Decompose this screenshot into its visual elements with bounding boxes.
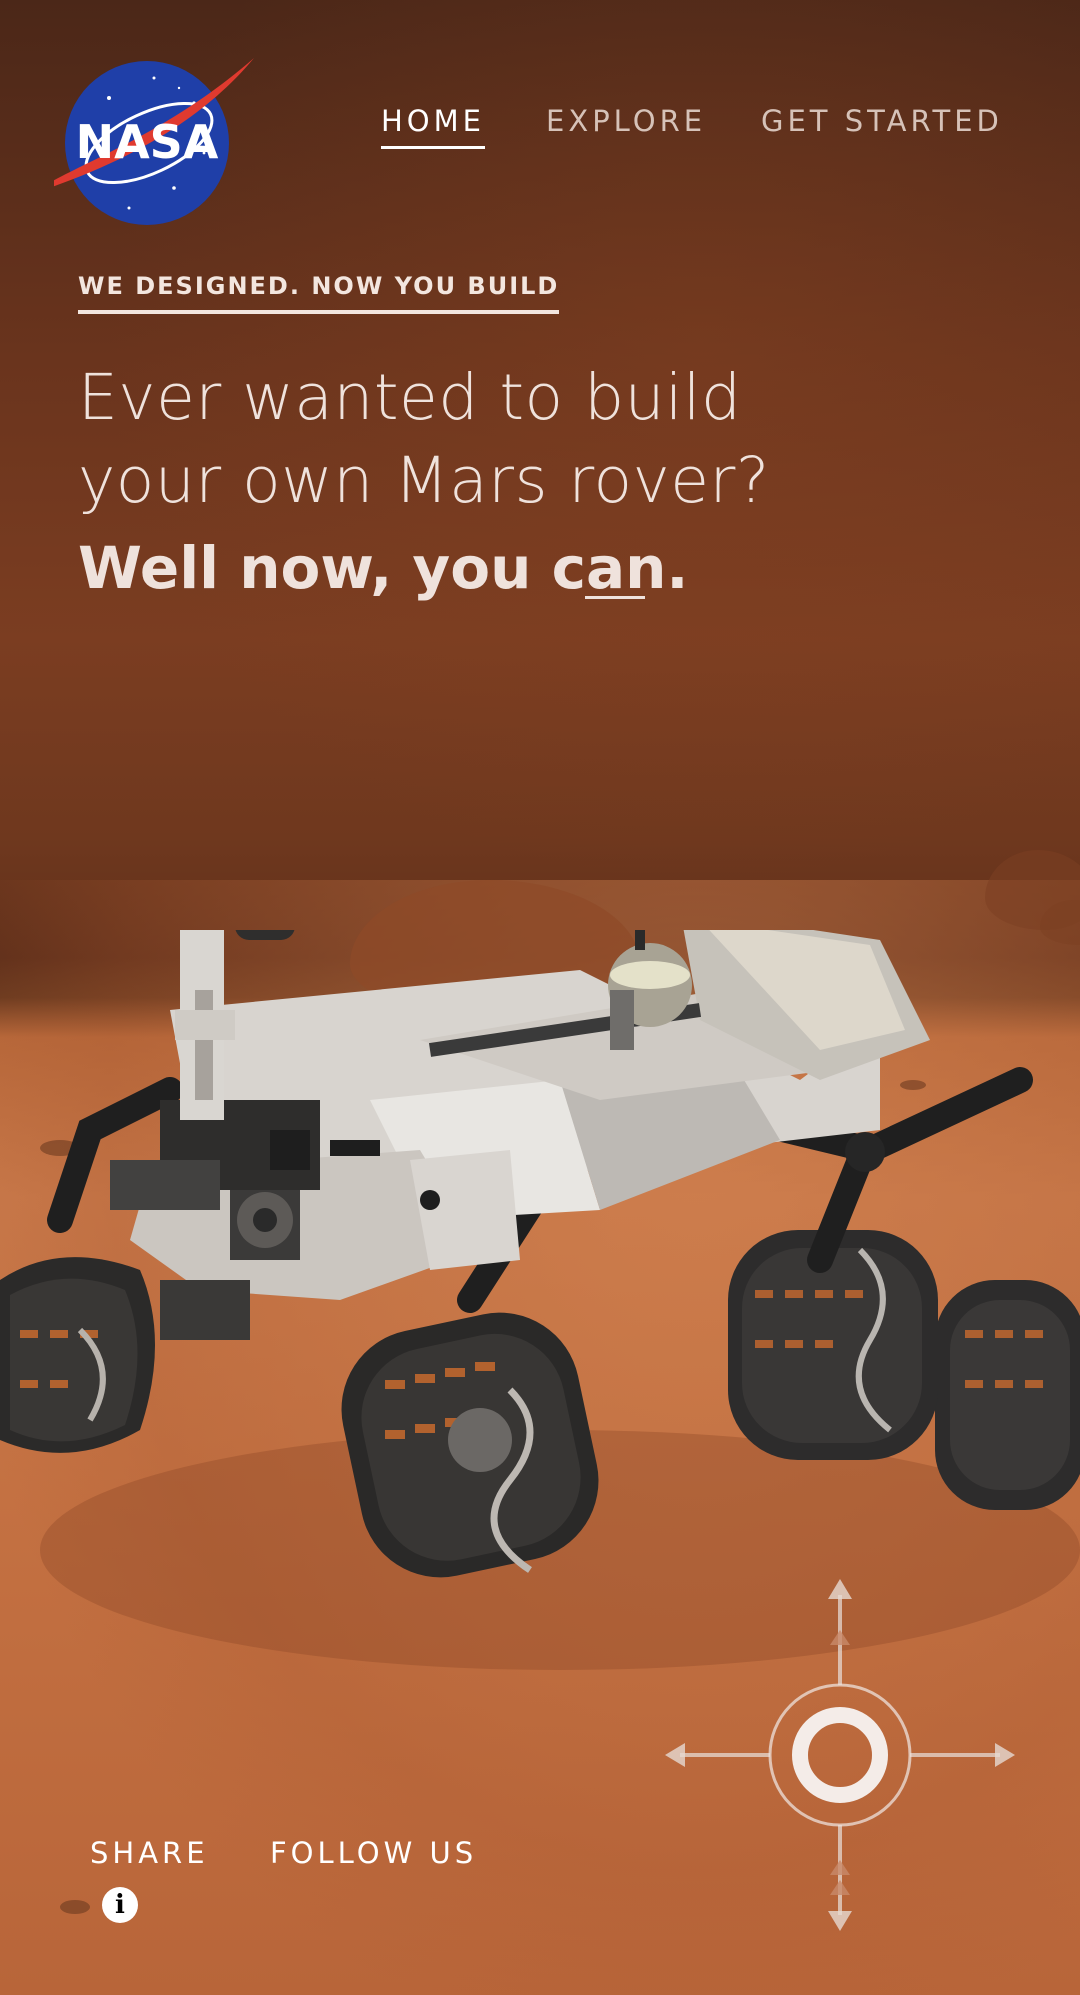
follow-us-link[interactable]: FOLLOW US [270, 1836, 477, 1870]
joystick-control-icon[interactable] [660, 1575, 1020, 1935]
headline-bold: Well now, you can. [78, 534, 689, 602]
headline-line-2: your own Mars rover? [78, 444, 770, 517]
arrow-down-icon [828, 1911, 852, 1931]
main-nav: HOME EXPLORE GET STARTED [0, 104, 1080, 154]
arrow-up-icon [828, 1579, 852, 1599]
headline-underline [585, 596, 645, 599]
arrow-left-icon [665, 1743, 685, 1767]
arrow-right-icon [995, 1743, 1015, 1767]
mars-scene: NASA HOME EXPLORE GET STARTED WE DESIGNE… [0, 0, 1080, 1995]
nav-home[interactable]: HOME [381, 104, 485, 149]
share-link[interactable]: SHARE [90, 1836, 209, 1870]
hero-headline: Ever wanted to build your own Mars rover… [78, 356, 770, 610]
headline-line-1: Ever wanted to build [78, 361, 742, 434]
hero-kicker: WE DESIGNED. NOW YOU BUILD [78, 272, 560, 314]
nav-get-started[interactable]: GET STARTED [761, 104, 1003, 138]
info-icon[interactable]: i [102, 1887, 138, 1923]
nav-explore[interactable]: EXPLORE [546, 104, 706, 138]
